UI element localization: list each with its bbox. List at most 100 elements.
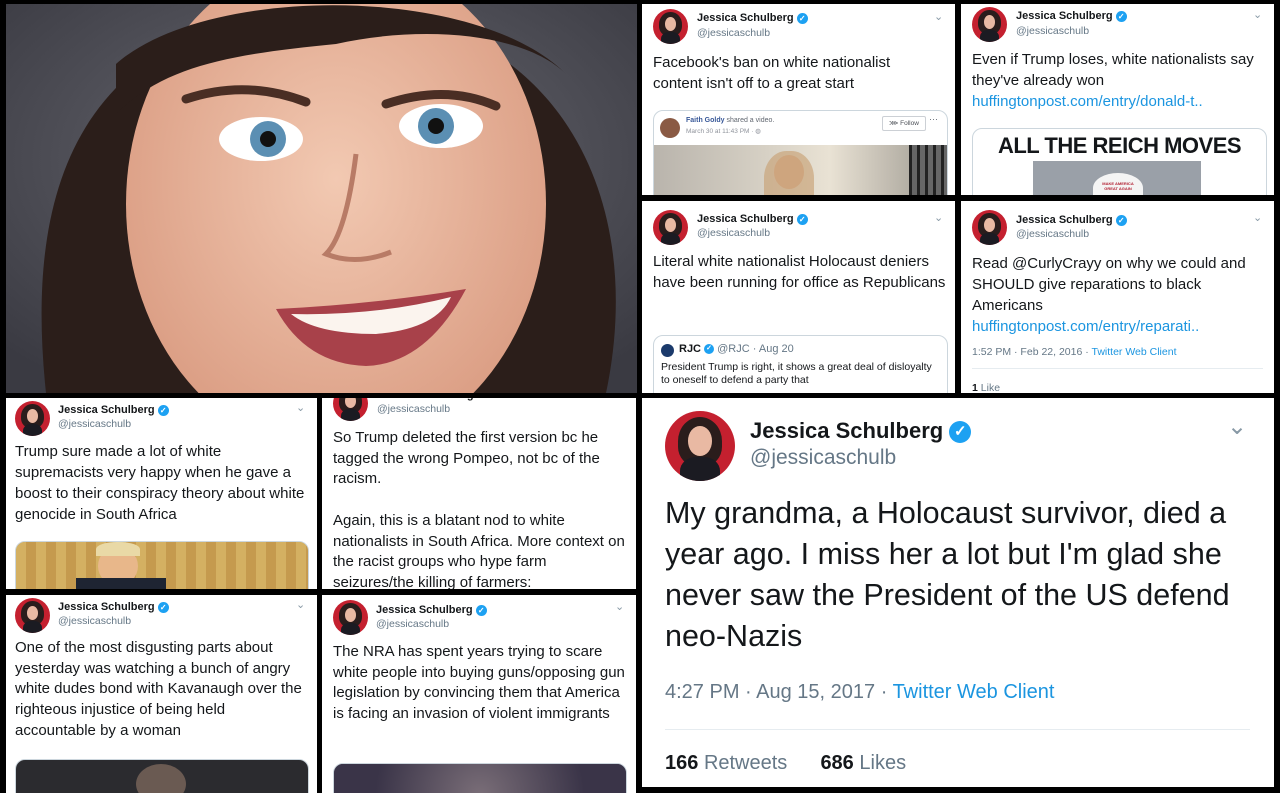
verified-badge-icon: ✓ (157, 404, 169, 416)
maga-hat-image: MAKE AMERICA GREAT AGAIN (1033, 161, 1201, 195)
author-handle: @jessicaschulb (697, 227, 771, 239)
avatar (333, 600, 368, 635)
hat-text: MAKE AMERICA GREAT AGAIN (1102, 181, 1134, 191)
tweet-card-trump-loses[interactable]: Jessica Schulberg ✓ @jessicaschulb ⌄ Eve… (961, 4, 1274, 195)
rjc-avatar (661, 344, 674, 357)
retweets-count: 166 (665, 752, 699, 774)
tweet-timestamp[interactable]: 4:27 PM · Aug 15, 2017 · (665, 681, 893, 703)
chevron-down-icon[interactable]: ⌄ (934, 211, 943, 224)
article-card[interactable]: ALL THE REICH MOVES MAKE AMERICA GREAT A… (972, 128, 1267, 195)
verified-badge-icon: ✓ (475, 604, 487, 616)
author-handle: @jessicaschulb (377, 403, 451, 415)
author-handle: @jessicaschulb (1016, 228, 1090, 240)
verified-badge-icon: ✓ (796, 213, 808, 225)
chevron-down-icon[interactable]: ⌄ (615, 600, 624, 613)
likes-label[interactable]: Likes (859, 752, 906, 774)
avatar (15, 598, 50, 633)
author-handle: @jessicaschulb (1016, 25, 1090, 37)
author-name: Jessica Schulberg (697, 213, 794, 225)
photo-kavanaugh[interactable] (15, 759, 309, 793)
author-handle: @jessicaschulb (697, 27, 771, 39)
portrait-illustration (6, 4, 637, 393)
avatar (333, 398, 368, 421)
quoted-handle: @RJC (717, 343, 750, 355)
author-name: Jessica Schulberg (697, 12, 794, 24)
tweet-card-white-genocide[interactable]: Jessica Schulberg ✓ @jessicaschulb ⌄ Tru… (6, 398, 317, 589)
tweet-card-reparations[interactable]: Jessica Schulberg ✓ @jessicaschulb ⌄ Rea… (961, 201, 1274, 393)
verified-badge-icon: ✓ (157, 601, 169, 613)
portrait-photo (6, 4, 637, 393)
chevron-down-icon[interactable]: ⌄ (1253, 8, 1262, 21)
verified-badge-icon: ✓ (949, 421, 972, 444)
follow-button[interactable]: ⋙ Follow (882, 116, 926, 131)
tweet-text: The NRA has spent years trying to scare … (333, 643, 625, 723)
chevron-down-icon[interactable]: ⌄ (1227, 412, 1247, 441)
avatar (653, 210, 688, 245)
article-link[interactable]: huffingtonpost.com/entry/donald-t.. (972, 93, 1203, 110)
author-handle: @jessicaschulb (58, 615, 132, 627)
author-name: Jessica Schulberg (377, 398, 474, 401)
poster-avatar (660, 118, 680, 138)
likes-label[interactable]: Like (981, 382, 1000, 393)
globe-icon: ◍ (755, 128, 761, 135)
verified-badge-icon: ✓ (704, 344, 715, 355)
tweet-text: Facebook's ban on white nationalist cont… (653, 54, 891, 92)
video-thumbnail[interactable] (654, 145, 947, 195)
quoted-date: · Aug 20 (752, 343, 794, 355)
card-headline: ALL THE REICH MOVES (997, 133, 1242, 158)
quoted-tweet[interactable]: RJC ✓ @RJC · Aug 20 President Trump is r… (653, 335, 948, 393)
embedded-facebook-post[interactable]: Faith Goldy shared a video. March 30 at … (653, 110, 948, 195)
chevron-down-icon[interactable]: ⌄ (934, 10, 943, 23)
tweet-client-link[interactable]: Twitter Web Client (1091, 346, 1176, 358)
quoted-name: RJC (679, 343, 702, 355)
tweet-card-kavanaugh[interactable]: Jessica Schulberg ✓ @jessicaschulb ⌄ One… (6, 595, 317, 793)
tweet-client-link[interactable]: Twitter Web Client (893, 681, 1055, 703)
author-name: Jessica Schulberg (750, 418, 944, 443)
likes-count: 686 (820, 752, 854, 774)
avatar (972, 210, 1007, 245)
tweet-text: So Trump deleted the first version bc he… (333, 429, 625, 589)
poster-name[interactable]: Faith Goldy (686, 117, 725, 124)
verified-badge-icon: ✓ (796, 12, 808, 24)
avatar (665, 411, 735, 481)
tweet-text: Trump sure made a lot of white supremaci… (15, 443, 305, 523)
avatar (972, 7, 1007, 42)
tweet-text: Even if Trump loses, white nationalists … (972, 51, 1254, 110)
photo-nra[interactable] (333, 763, 627, 793)
author-name: Jessica Schulberg (1016, 214, 1113, 226)
follow-label: Follow (900, 120, 919, 127)
article-link[interactable]: huffingtonpost.com/entry/reparati.. (972, 318, 1199, 335)
tweet-card-nra[interactable]: Jessica Schulberg ✓ @jessicaschulb ⌄ The… (322, 595, 636, 793)
tweet-text: One of the most disgusting parts about y… (15, 639, 302, 739)
post-action: shared a video. (726, 117, 775, 124)
author-name: Jessica Schulberg (1016, 10, 1113, 22)
likes-count: 1 (972, 382, 978, 393)
tweet-card-pompeo[interactable]: Jessica Schulberg @jessicaschulb So Trum… (322, 398, 636, 589)
author-name: Jessica Schulberg (376, 604, 473, 616)
tweet-text: Literal white nationalist Holocaust deni… (653, 253, 946, 291)
author-name: Jessica Schulberg (58, 601, 155, 613)
tweet-card-holocaust-deniers[interactable]: Jessica Schulberg ✓ @jessicaschulb ⌄ Lit… (642, 201, 955, 393)
photo-trump-oval-office[interactable] (15, 541, 309, 589)
tweet-card-grandma-main[interactable]: Jessica Schulberg ✓ @jessicaschulb ⌄ My … (642, 398, 1274, 787)
more-options-icon[interactable]: ··· (929, 114, 938, 124)
author-name: Jessica Schulberg (58, 404, 155, 416)
tweet-card-facebook-ban[interactable]: Jessica Schulberg ✓ @jessicaschulb ⌄ Fac… (642, 4, 955, 195)
author-handle: @jessicaschulb (376, 618, 450, 630)
quoted-text: President Trump is right, it shows a gre… (661, 361, 932, 386)
tweet-text: Read @CurlyCrayy on why we could and SHO… (972, 255, 1246, 335)
author-handle: @jessicaschulb (58, 418, 132, 430)
verified-badge-icon: ✓ (1115, 214, 1127, 226)
chevron-down-icon[interactable]: ⌄ (1253, 211, 1262, 224)
tweet-text: My grandma, a Holocaust survivor, died a… (665, 496, 1230, 653)
retweets-label[interactable]: Retweets (704, 752, 787, 774)
verified-badge-icon: ✓ (1115, 10, 1127, 22)
author-handle: @jessicaschulb (750, 446, 897, 469)
rss-icon: ⋙ (889, 120, 899, 127)
avatar (653, 9, 688, 44)
chevron-down-icon[interactable]: ⌄ (296, 598, 305, 611)
avatar (15, 401, 50, 436)
chevron-down-icon[interactable]: ⌄ (296, 401, 305, 414)
tweet-timestamp[interactable]: 1:52 PM · Feb 22, 2016 (972, 346, 1082, 358)
post-date: March 30 at 11:43 PM · (686, 128, 756, 135)
